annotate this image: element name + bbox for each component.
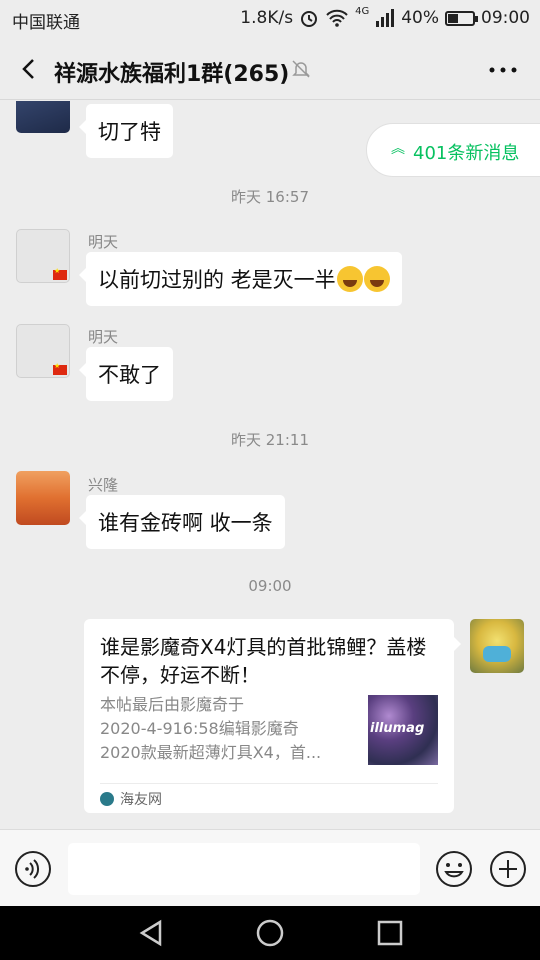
chat-title: 祥源水族福利1群(265) <box>54 62 290 87</box>
system-nav-bar <box>0 906 540 960</box>
link-card-desc-line: 2020款最新超薄灯具X4，首... <box>100 743 322 762</box>
carrier-name: 中国联通 <box>12 13 80 33</box>
battery-fill <box>448 13 459 23</box>
add-more-icon[interactable] <box>489 850 527 888</box>
nav-home-icon[interactable] <box>255 918 285 948</box>
input-bar <box>0 829 540 906</box>
sender-name: 明天 <box>88 328 119 346</box>
link-card[interactable]: 谁是影魔奇X4灯具的首批锦鲤？盖楼不停，好运不断！ 本帖最后由影魔奇于 2020… <box>84 619 461 813</box>
mask-shape <box>483 646 511 662</box>
message-bubble[interactable]: 谁有金砖啊 收一条 <box>79 495 285 549</box>
clock: 09:00 <box>481 8 530 28</box>
sender-name: 明天 <box>88 233 119 251</box>
message-text: 谁有金砖啊 收一条 <box>98 511 273 535</box>
sender-name: 兴隆 <box>88 476 119 494</box>
network-type: 4G <box>355 5 370 17</box>
status-bar: 中国联通 1.8K/s 4G 40% 09:00 <box>0 0 540 38</box>
double-chevron-up-icon: ︽ <box>391 141 405 157</box>
message-text: 切了特 <box>98 120 161 144</box>
timestamp: 昨天 16:57 <box>231 188 309 206</box>
more-options-icon[interactable] <box>486 56 520 84</box>
emoji-icon[interactable] <box>435 850 473 888</box>
chat-header: 祥源水族福利1群(265) <box>0 38 540 100</box>
timestamp: 昨天 21:11 <box>231 431 309 449</box>
voice-input-icon[interactable] <box>14 850 52 888</box>
nav-recents-icon[interactable] <box>375 918 405 948</box>
message-input[interactable] <box>68 843 420 895</box>
status-right: 1.8K/s 4G 40% 09:00 <box>240 5 530 29</box>
laugh-cry-emoji-icon <box>363 266 390 292</box>
timestamp: 09:00 <box>248 577 292 595</box>
back-arrow-icon[interactable] <box>14 52 44 86</box>
avatar[interactable] <box>16 324 70 378</box>
battery-icon <box>445 10 478 26</box>
link-card-desc-line: 本帖最后由影魔奇于 <box>100 695 245 714</box>
link-card-description: 本帖最后由影魔奇于 2020-4-916:58编辑影魔奇 2020款最新超薄灯具… <box>100 693 358 765</box>
message-bubble[interactable]: 切了特 <box>79 104 173 158</box>
link-card-desc-line: 2020-4-916:58编辑影魔奇 <box>100 719 299 738</box>
link-card-thumbnail: illumag <box>368 695 438 765</box>
message-text: 不敢了 <box>98 363 161 387</box>
battery-percent: 40% <box>401 8 439 28</box>
wifi-icon <box>326 9 348 27</box>
my-avatar[interactable] <box>470 619 524 673</box>
flag-icon <box>53 267 67 280</box>
avatar[interactable] <box>16 229 70 283</box>
alarm-icon <box>301 11 318 27</box>
network-speed: 1.8K/s <box>240 8 294 28</box>
nav-back-icon[interactable] <box>136 918 166 948</box>
chat-messages[interactable]: 切了特 ︽ 401条新消息 昨天 16:57 明天 以前切过别的 老是灭一半 明… <box>0 101 540 829</box>
avatar[interactable] <box>16 471 70 525</box>
signal-icon <box>376 9 395 27</box>
flag-icon <box>53 362 67 375</box>
laugh-cry-emoji-icon <box>336 266 363 292</box>
link-card-title: 谁是影魔奇X4灯具的首批锦鲤？盖楼不停，好运不断！ <box>100 635 427 687</box>
link-card-source: 海友网 <box>100 789 162 809</box>
source-logo-icon <box>100 792 114 806</box>
source-name: 海友网 <box>120 792 162 808</box>
divider <box>100 783 438 784</box>
message-bubble[interactable]: 以前切过别的 老是灭一半 <box>79 252 402 306</box>
new-messages-label: 401条新消息 <box>413 143 520 164</box>
new-messages-button[interactable]: ︽ 401条新消息 <box>366 123 540 177</box>
thumbnail-logo-text: illumag <box>370 721 425 736</box>
avatar[interactable] <box>16 101 70 133</box>
mute-bell-icon <box>292 60 310 78</box>
message-bubble[interactable]: 不敢了 <box>79 347 173 401</box>
message-text: 以前切过别的 老是灭一半 <box>98 268 336 292</box>
